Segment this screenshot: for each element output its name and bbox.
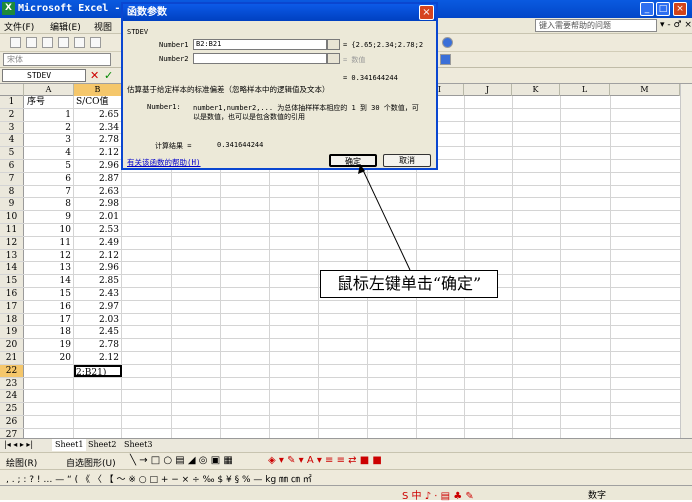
annotation-callout: 鼠标左键单击“确定” [320,270,498,298]
annotation-arrow [358,164,411,271]
